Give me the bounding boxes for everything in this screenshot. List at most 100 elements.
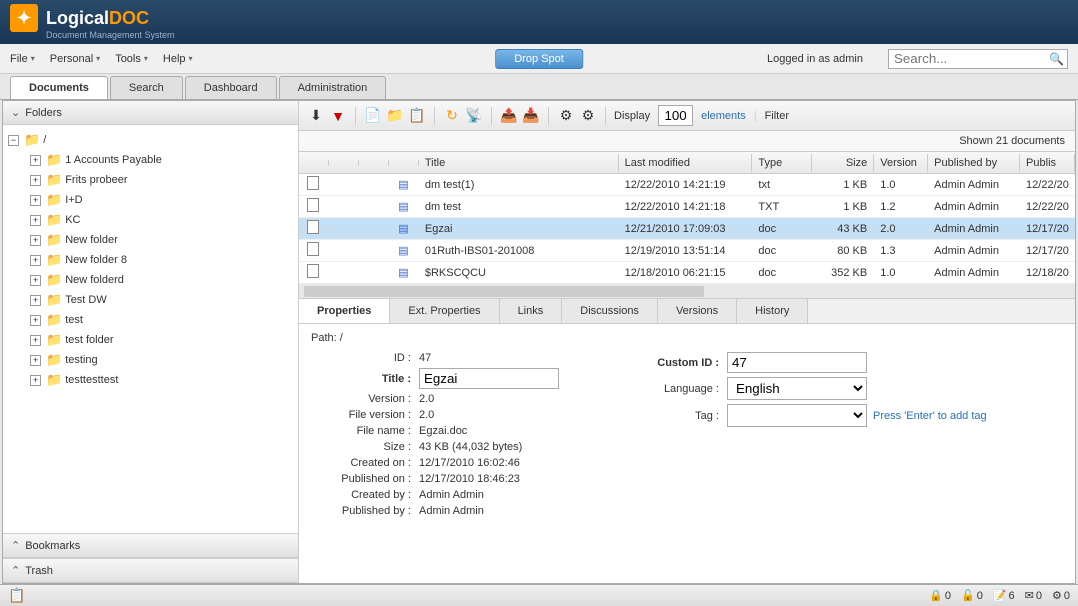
settings-icon[interactable]: ⚙ (579, 107, 597, 125)
filetype-icon: ▤ (398, 267, 408, 279)
tab-search[interactable]: Search (110, 76, 183, 99)
drop-spot-button[interactable]: Drop Spot (495, 49, 583, 69)
expand-icon[interactable]: + (30, 255, 41, 266)
login-status: Logged in as admin (767, 53, 863, 65)
expand-icon[interactable]: + (30, 275, 41, 286)
published-label: Published on : (311, 473, 411, 485)
detail-tab-discussions[interactable]: Discussions (562, 299, 658, 323)
tree-node[interactable]: +📁Test DW (30, 290, 293, 310)
menu-personal[interactable]: Personal (50, 53, 100, 65)
tab-dashboard[interactable]: Dashboard (185, 76, 277, 99)
checkedout-count[interactable]: 🔓0 (961, 589, 983, 602)
col-version[interactable]: Version (874, 154, 928, 172)
tab-administration[interactable]: Administration (279, 76, 387, 99)
folder-icon: 📁 (46, 212, 62, 228)
expand-icon[interactable]: + (30, 175, 41, 186)
tree-node[interactable]: +📁testtesttest (30, 370, 293, 390)
detail-tab-links[interactable]: Links (500, 299, 563, 323)
trash-panel-header[interactable]: ⌃ Trash (3, 558, 298, 583)
folder-label: test folder (65, 334, 113, 346)
tree-node[interactable]: +📁I+D (30, 190, 293, 210)
expand-icon[interactable]: + (30, 235, 41, 246)
expand-icon[interactable]: + (30, 335, 41, 346)
col-pubdate[interactable]: Publis (1020, 154, 1075, 172)
folder-label: testtesttest (65, 374, 118, 386)
tree-node[interactable]: +📁New folder 8 (30, 250, 293, 270)
language-select[interactable]: English (727, 377, 867, 400)
col-modified[interactable]: Last modified (619, 154, 753, 172)
clipboard-icon[interactable]: 📋 (408, 107, 426, 125)
expand-icon[interactable]: + (30, 195, 41, 206)
expand-icon[interactable]: + (30, 215, 41, 226)
tree-node[interactable]: +📁New folderd (30, 270, 293, 290)
download-icon[interactable]: ⬇ (307, 107, 325, 125)
elements-link[interactable]: elements (701, 110, 746, 122)
tree-node[interactable]: +📁1 Accounts Payable (30, 150, 293, 170)
add-folder-icon[interactable]: 📁 (386, 107, 404, 125)
expand-icon[interactable]: + (30, 295, 41, 306)
tree-node[interactable]: +📁New folder (30, 230, 293, 250)
table-row[interactable]: ▤dm test12/22/2010 14:21:18TXT1 KB1.2Adm… (299, 196, 1075, 218)
refresh-icon[interactable]: ↻ (443, 107, 461, 125)
import-icon[interactable]: 📥 (522, 107, 540, 125)
expand-icon[interactable]: + (30, 315, 41, 326)
status-bar: 📋 🔒0 🔓0 📝6 ✉0 ⚙0 (0, 584, 1078, 606)
folder-label: New folder 8 (65, 254, 127, 266)
table-row[interactable]: ▤dm test(1)12/22/2010 14:21:19txt1 KB1.0… (299, 174, 1075, 196)
clipboard-footer-icon[interactable]: 📋 (8, 587, 26, 605)
tree-root[interactable]: − 📁 / (8, 130, 293, 150)
add-document-icon[interactable]: 📄 (364, 107, 382, 125)
export-icon[interactable]: 📤 (500, 107, 518, 125)
expand-icon[interactable]: + (30, 155, 41, 166)
detail-tabs: Properties Ext. Properties Links Discuss… (299, 299, 1075, 324)
messages-count[interactable]: ✉0 (1025, 589, 1042, 602)
rss-icon[interactable]: 📡 (465, 107, 483, 125)
subscriptions-count[interactable]: ⚙0 (1052, 589, 1070, 602)
tree-node[interactable]: +📁test folder (30, 330, 293, 350)
detail-tab-history[interactable]: History (737, 299, 808, 323)
logo-icon: ✦ (10, 4, 38, 32)
col-type[interactable]: Type (752, 154, 812, 172)
folder-label: Frits probeer (65, 174, 127, 186)
shown-count: Shown 21 documents (299, 131, 1075, 152)
detail-tab-ext[interactable]: Ext. Properties (390, 299, 499, 323)
folder-label: New folder (65, 234, 118, 246)
tag-label: Tag : (619, 410, 719, 422)
collapse-icon[interactable]: − (8, 135, 19, 146)
pdf-icon[interactable]: ▼ (329, 107, 347, 125)
detail-tab-properties[interactable]: Properties (299, 298, 390, 323)
customid-input[interactable] (727, 352, 867, 373)
display-input[interactable] (658, 105, 693, 126)
search-input[interactable] (888, 49, 1068, 69)
search-icon[interactable]: 🔍 (1049, 52, 1064, 66)
folders-panel-header[interactable]: ⌄ Folders (3, 101, 298, 125)
title-input[interactable] (419, 368, 559, 389)
menu-help[interactable]: Help (163, 53, 193, 65)
menu-file[interactable]: File (10, 53, 35, 65)
id-value: 47 (419, 352, 431, 364)
tasks-count[interactable]: 📝6 (993, 589, 1015, 602)
createdby-value: Admin Admin (419, 489, 484, 501)
tree-node[interactable]: +📁Frits probeer (30, 170, 293, 190)
bookmarks-panel-header[interactable]: ⌃ Bookmarks (3, 533, 298, 558)
locked-count[interactable]: 🔒0 (929, 589, 951, 602)
col-size[interactable]: Size (812, 154, 874, 172)
table-row[interactable]: ▤01Ruth-IBS01-20100812/19/2010 13:51:14d… (299, 240, 1075, 262)
tree-node[interactable]: +📁KC (30, 210, 293, 230)
col-pubby[interactable]: Published by (928, 154, 1020, 172)
menu-tools[interactable]: Tools (115, 53, 148, 65)
tab-documents[interactable]: Documents (10, 76, 108, 99)
filter-link[interactable]: Filter (765, 110, 789, 122)
gear-icon[interactable]: ⚙ (557, 107, 575, 125)
table-row[interactable]: ▤Egzai12/21/2010 17:09:03doc43 KB2.0Admi… (299, 218, 1075, 240)
detail-tab-versions[interactable]: Versions (658, 299, 737, 323)
tag-select[interactable] (727, 404, 867, 427)
folders-title: Folders (25, 107, 62, 119)
expand-icon[interactable]: + (30, 375, 41, 386)
tree-node[interactable]: +📁test (30, 310, 293, 330)
col-title[interactable]: Title (419, 154, 619, 172)
expand-icon[interactable]: + (30, 355, 41, 366)
table-row[interactable]: ▤$RKSCQCU12/18/2010 06:21:15doc352 KB1.0… (299, 262, 1075, 284)
tree-node[interactable]: +📁testing (30, 350, 293, 370)
horizontal-scrollbar[interactable] (299, 284, 1075, 299)
